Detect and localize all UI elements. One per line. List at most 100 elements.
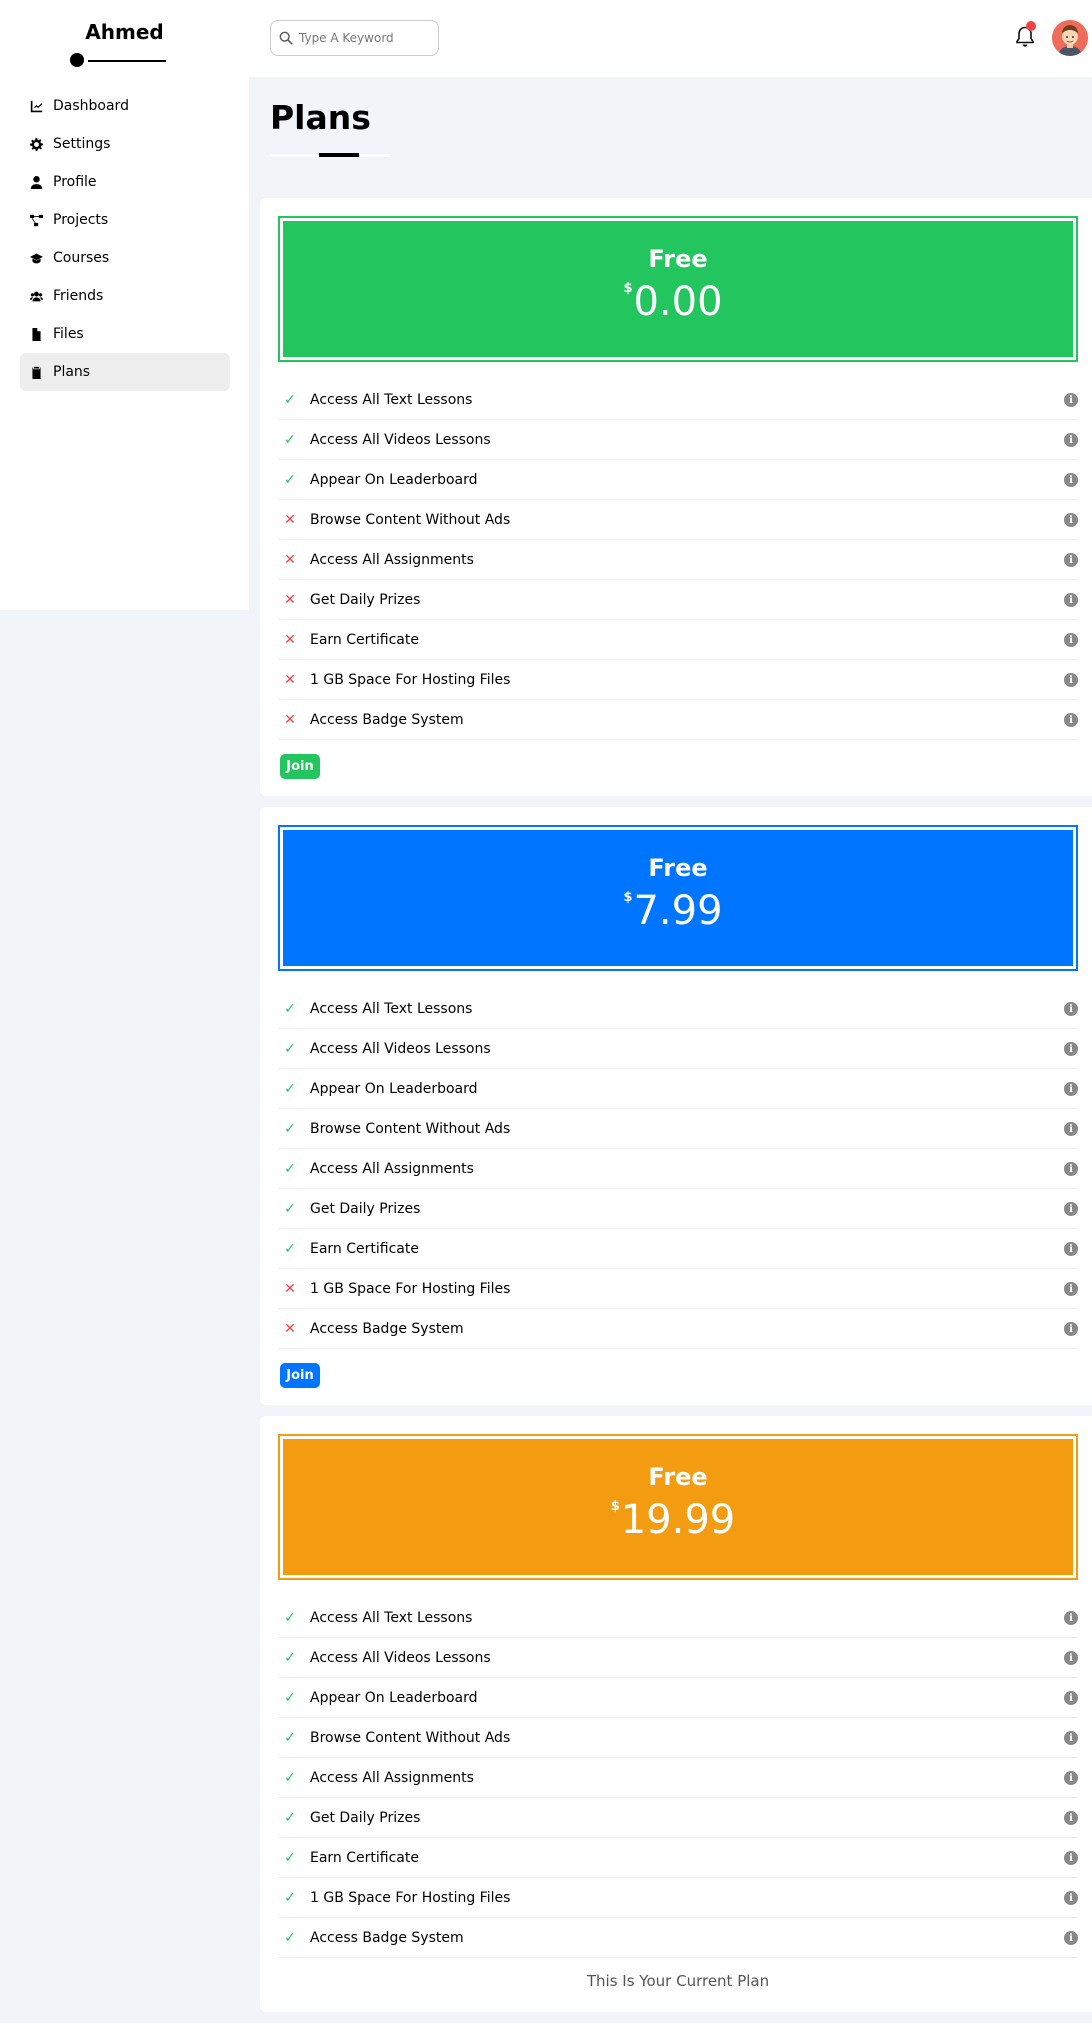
join-button[interactable]: Join [280, 1363, 320, 1388]
info-icon[interactable]: i [1064, 473, 1078, 487]
feature-label: Access All Videos Lessons [310, 1040, 491, 1057]
feature-label: Get Daily Prizes [310, 1200, 421, 1217]
feature-label: Access All Text Lessons [310, 391, 473, 408]
info-icon[interactable]: i [1064, 593, 1078, 607]
feature-item: ✓ Appear On Leaderboard i [278, 1678, 1078, 1718]
feature-label: Access All Assignments [310, 551, 474, 568]
diagram-icon [29, 213, 43, 227]
feature-item: ✕ 1 GB Space For Hosting Files i [278, 660, 1078, 700]
info-icon[interactable]: i [1064, 1811, 1078, 1825]
sidebar-item-plans[interactable]: Plans [20, 353, 230, 391]
info-icon[interactable]: i [1064, 1771, 1078, 1785]
feature-item: ✓ Access All Text Lessons i [278, 1598, 1078, 1638]
price-currency: $ [623, 890, 633, 905]
sidebar-item-courses[interactable]: Courses [20, 239, 230, 277]
price-currency: $ [623, 281, 633, 296]
info-icon[interactable]: i [1064, 1851, 1078, 1865]
notification-dot [1026, 21, 1036, 31]
feature-item: ✕ Get Daily Prizes i [278, 580, 1078, 620]
check-icon: ✓ [284, 1809, 296, 1826]
feature-label: Access All Assignments [310, 1769, 474, 1786]
current-plan-label: This Is Your Current Plan [586, 1972, 770, 1990]
check-icon: ✓ [284, 471, 296, 488]
feature-label: Earn Certificate [310, 631, 419, 648]
check-icon: ✓ [284, 1729, 296, 1746]
feature-item: ✓ Access All Assignments i [278, 1758, 1078, 1798]
plan-name: Free [648, 854, 708, 882]
feature-label: Access All Videos Lessons [310, 1649, 491, 1666]
search-input[interactable] [299, 31, 429, 45]
info-icon[interactable]: i [1064, 1162, 1078, 1176]
sidebar-item-profile[interactable]: Profile [20, 163, 230, 201]
chart-line-icon [29, 99, 43, 113]
cross-icon: ✕ [284, 1280, 296, 1297]
info-icon[interactable]: i [1064, 1202, 1078, 1216]
info-icon[interactable]: i [1064, 1731, 1078, 1745]
plan-name: Free [648, 245, 708, 273]
sidebar-item-label: Projects [53, 212, 109, 228]
info-icon[interactable]: i [1064, 513, 1078, 527]
feature-list: ✓ Access All Text Lessons i ✓ Access All Vi… [278, 1598, 1078, 1958]
feature-label: 1 GB Space For Hosting Files [310, 671, 511, 688]
check-icon: ✓ [284, 1609, 296, 1626]
sidebar-nav: Dashboard Settings Profile Projects Cour… [20, 87, 230, 391]
check-icon: ✓ [284, 391, 296, 408]
info-icon[interactable]: i [1064, 1891, 1078, 1905]
feature-item: ✓ Access All Videos Lessons i [278, 1638, 1078, 1678]
info-icon[interactable]: i [1064, 1282, 1078, 1296]
feature-item: ✓ Browse Content Without Ads i [278, 1718, 1078, 1758]
user-icon [29, 175, 43, 189]
info-icon[interactable]: i [1064, 1611, 1078, 1625]
price-amount: 0.00 [633, 279, 723, 325]
feature-item: ✓ Earn Certificate i [278, 1229, 1078, 1269]
cross-icon: ✕ [284, 591, 296, 608]
feature-item: ✕ Browse Content Without Ads i [278, 500, 1078, 540]
feature-item: ✓ Earn Certificate i [278, 1838, 1078, 1878]
feature-label: 1 GB Space For Hosting Files [310, 1280, 511, 1297]
sidebar-item-dashboard[interactable]: Dashboard [20, 87, 230, 125]
sidebar-item-projects[interactable]: Projects [20, 201, 230, 239]
feature-item: ✓ Appear On Leaderboard i [278, 1069, 1078, 1109]
users-icon [29, 289, 43, 303]
feature-label: Get Daily Prizes [310, 591, 421, 608]
sidebar-item-files[interactable]: Files [20, 315, 230, 353]
bell-icon[interactable] [1015, 21, 1037, 50]
feature-item: ✓ Access All Videos Lessons i [278, 1029, 1078, 1069]
check-icon: ✓ [284, 1160, 296, 1177]
search-box[interactable] [270, 20, 439, 56]
check-icon: ✓ [284, 431, 296, 448]
feature-label: Appear On Leaderboard [310, 1080, 478, 1097]
feature-label: Access All Text Lessons [310, 1000, 473, 1017]
info-icon[interactable]: i [1064, 1931, 1078, 1945]
feature-label: Access Badge System [310, 1929, 464, 1946]
info-icon[interactable]: i [1064, 1002, 1078, 1016]
info-icon[interactable]: i [1064, 1042, 1078, 1056]
join-button[interactable]: Join [280, 754, 320, 779]
info-icon[interactable]: i [1064, 1651, 1078, 1665]
feature-label: Access All Videos Lessons [310, 431, 491, 448]
info-icon[interactable]: i [1064, 393, 1078, 407]
sidebar-item-label: Profile [53, 174, 97, 190]
feature-label: Access All Text Lessons [310, 1609, 473, 1626]
info-icon[interactable]: i [1064, 553, 1078, 567]
info-icon[interactable]: i [1064, 1122, 1078, 1136]
sidebar-item-friends[interactable]: Friends [20, 277, 230, 315]
info-icon[interactable]: i [1064, 1691, 1078, 1705]
search-icon [279, 31, 293, 45]
info-icon[interactable]: i [1064, 633, 1078, 647]
info-icon[interactable]: i [1064, 1242, 1078, 1256]
info-icon[interactable]: i [1064, 1082, 1078, 1096]
sidebar-item-label: Dashboard [53, 98, 129, 114]
sidebar-item-label: Settings [53, 136, 111, 152]
title-underline-accent [319, 153, 359, 157]
feature-label: Get Daily Prizes [310, 1809, 421, 1826]
sidebar-item-settings[interactable]: Settings [20, 125, 230, 163]
info-icon[interactable]: i [1064, 673, 1078, 687]
brand-underline [70, 53, 166, 69]
avatar[interactable] [1052, 20, 1088, 56]
info-icon[interactable]: i [1064, 433, 1078, 447]
feature-label: Browse Content Without Ads [310, 1120, 511, 1137]
info-icon[interactable]: i [1064, 713, 1078, 727]
info-icon[interactable]: i [1064, 1322, 1078, 1336]
cross-icon: ✕ [284, 551, 296, 568]
